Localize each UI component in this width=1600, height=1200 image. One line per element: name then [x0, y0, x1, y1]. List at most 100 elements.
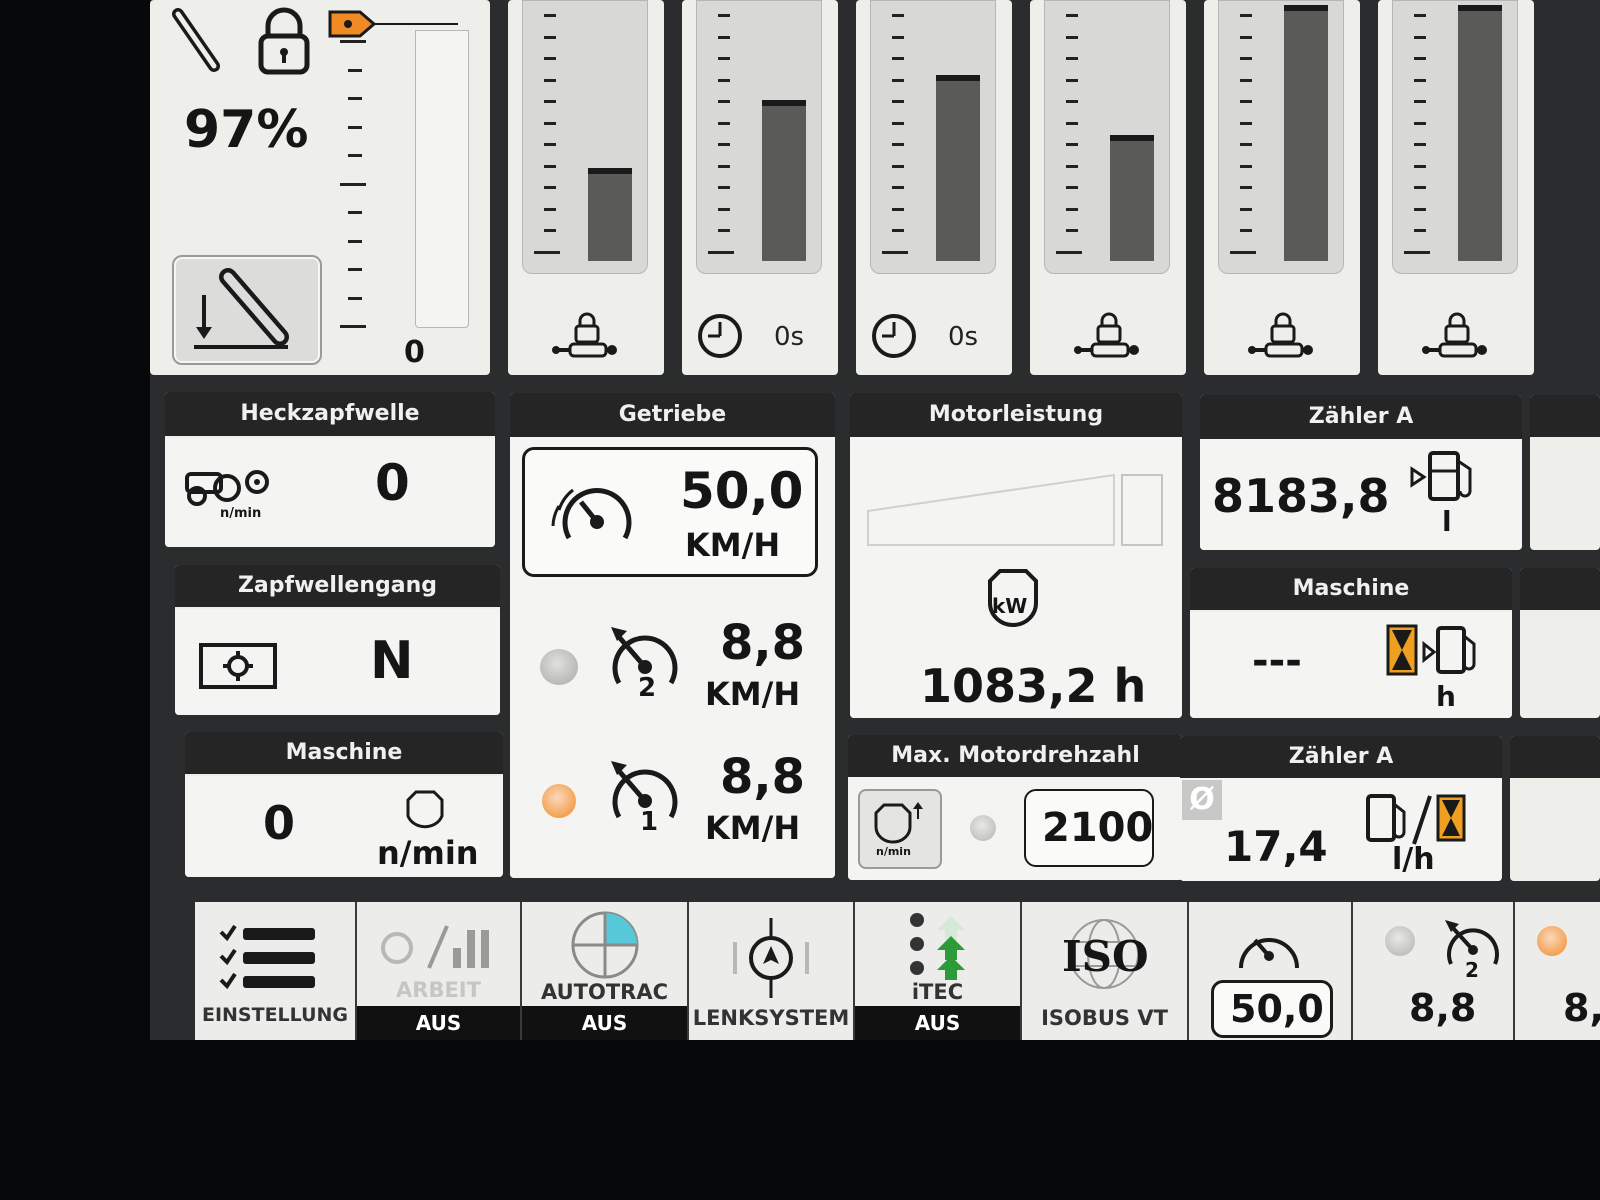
scv-scale-tick — [892, 207, 904, 211]
scv-scale-tick — [1066, 14, 1078, 17]
scv-scale-tick — [534, 250, 560, 254]
maschine-right-title: Maschine — [1190, 568, 1512, 610]
scv-scale-tick — [892, 186, 904, 189]
scv-scale-tick — [1240, 35, 1252, 39]
scv-scale-tick — [892, 100, 904, 103]
speed-set-button[interactable]: 50,0 — [1189, 902, 1353, 1040]
speed1-button-partial[interactable]: 8, — [1515, 902, 1600, 1040]
speed1-unit: KM/H — [705, 809, 801, 847]
scv-tile-6[interactable] — [1378, 0, 1534, 375]
max-speed-input[interactable]: 2100 — [1024, 789, 1154, 867]
lenksystem-button[interactable]: LENKSYSTEM — [689, 902, 855, 1040]
hitch-scale-tick — [348, 97, 362, 100]
scv-scale-tick — [1414, 14, 1426, 17]
itec-sequence-icon — [910, 913, 965, 980]
max-motordrehzahl-value: 2100 — [1042, 805, 1154, 851]
scv-tile-3[interactable]: 0s — [856, 0, 1012, 375]
scv-scale-tick — [1056, 250, 1082, 254]
scv-scale-tick — [892, 143, 904, 146]
speed1-index: 1 — [640, 807, 659, 837]
scv-tile-4[interactable] — [1030, 0, 1186, 375]
partial-tile-right-3 — [1510, 736, 1600, 881]
heckzapfwelle-tile[interactable]: Heckzapfwelle n/min 0 — [165, 392, 495, 547]
scv-scale-tick — [718, 35, 730, 39]
scv-time-value: 0s — [774, 322, 805, 352]
scv-tile-1[interactable] — [508, 0, 664, 375]
maschine-speed-tile[interactable]: Maschine 0 n/min — [185, 732, 503, 877]
zaehler-a-fuel-tile[interactable]: Zähler A 8183,8 l — [1200, 395, 1522, 550]
scv-scale-tick — [1240, 100, 1252, 103]
speed2-unit: KM/H — [705, 675, 801, 713]
speed1-nav-indicator — [1537, 926, 1567, 956]
scv-scale-tick — [1240, 229, 1252, 232]
speed2-index: 2 — [638, 673, 657, 703]
getriebe-tile[interactable]: Getriebe 50,0 KM/H 2 8,8 KM/H 1 8,8 KM/H — [510, 393, 835, 878]
engine-speed-icon-button[interactable]: n/min — [858, 789, 942, 869]
display-screen: 97% 0 Heckzapfwelle n/min 0 Zapfwellenga… — [150, 0, 1600, 1040]
zaehler-a-bottom-unit: l/h — [1392, 842, 1435, 877]
itec-state: AUS — [855, 1006, 1020, 1040]
steering-system-icon — [733, 918, 809, 998]
maschine-left-value: 0 — [263, 796, 296, 850]
scv-scale-tick — [1414, 35, 1426, 39]
hitch-scale-tick — [348, 268, 362, 271]
heckzapfwelle-icon-unit: n/min — [220, 506, 262, 521]
speed2-button[interactable]: 2 8,8 — [1353, 902, 1515, 1040]
motorleistung-tile[interactable]: Motorleistung kW 1083,2 h — [850, 393, 1182, 718]
zaehler-a-rate-tile[interactable]: Zähler A Ø 17,4 l/h — [1180, 736, 1502, 881]
autotrac-icon — [571, 911, 639, 979]
lenksystem-label: LENKSYSTEM — [692, 1006, 850, 1030]
arbeit-button[interactable]: ARBEIT AUS — [357, 902, 522, 1040]
speedometer-icon — [551, 488, 632, 540]
scv-scale-tick — [892, 164, 904, 168]
average-badge: Ø — [1182, 780, 1222, 820]
hitch-lower-icon — [194, 268, 289, 349]
scv-scale-tick — [1066, 121, 1078, 125]
maschine-right-value: --- — [1252, 638, 1302, 684]
engine-kw-label: kW — [992, 594, 1028, 618]
scv-scale-tick — [1066, 143, 1078, 146]
scv-scale-tick — [718, 186, 730, 189]
hitch-wrench-icon — [172, 8, 220, 72]
hitch-scale-track — [415, 30, 469, 328]
hitch-scale-tick — [348, 296, 362, 300]
scv-scale-tick — [718, 78, 730, 82]
itec-button[interactable]: iTEC AUS — [855, 902, 1022, 1040]
zapfwellengang-tile[interactable]: Zapfwellengang N — [175, 565, 500, 715]
scv-scale-tick — [1414, 121, 1426, 125]
scv-lock-cylinder-icon — [1422, 312, 1487, 358]
speed-main-value: 50,0 — [680, 462, 804, 520]
scv-level-bar — [1458, 5, 1502, 261]
scv-scale-tick — [1404, 250, 1430, 254]
engine-speed-icon-unit: n/min — [876, 845, 911, 858]
scv-scale-tick — [718, 207, 730, 211]
scv-scale-tick — [718, 121, 730, 125]
speed-set-value: 50,0 — [1230, 987, 1324, 1031]
maschine-left-title: Maschine — [185, 732, 503, 774]
autotrac-button[interactable]: AUTOTRAC AUS — [522, 902, 689, 1040]
scv-scale-tick — [544, 229, 556, 232]
scv-scale-tick — [1066, 186, 1078, 189]
scv-scale-tick — [718, 57, 730, 60]
maschine-hours-tile[interactable]: Maschine --- h — [1190, 568, 1512, 718]
einstellung-button[interactable]: EINSTELLUNG — [195, 902, 357, 1040]
autotrac-label: AUTOTRAC — [541, 980, 668, 1004]
max-motordrehzahl-tile[interactable]: Max. Motordrehzahl n/min 2100 — [848, 735, 1183, 880]
speed-set-box: 50,0 — [1211, 980, 1333, 1038]
hitch-lower-button[interactable] — [172, 255, 322, 365]
zaehler-a-top-unit: l — [1442, 505, 1452, 538]
speed1-nav-value-partial: 8, — [1563, 986, 1600, 1030]
scv-scale-tick — [544, 78, 556, 82]
scv-tile-5[interactable] — [1204, 0, 1360, 375]
scv-level-bar — [588, 167, 632, 261]
scv-scale-tick — [544, 57, 556, 60]
scv-scale-tick — [1414, 57, 1426, 60]
scv-scale-tick — [1240, 57, 1252, 60]
speed-main-box[interactable]: 50,0 KM/H — [522, 447, 818, 577]
scv-scale-tick — [1414, 164, 1426, 168]
scv-tile-2[interactable]: 0s — [682, 0, 838, 375]
hitch-scale — [340, 40, 380, 340]
motorleistung-value: 1083,2 h — [920, 659, 1147, 713]
isobus-vt-button[interactable]: ISO ISOBUS VT — [1022, 902, 1189, 1040]
scv-scale-tick — [544, 164, 556, 168]
